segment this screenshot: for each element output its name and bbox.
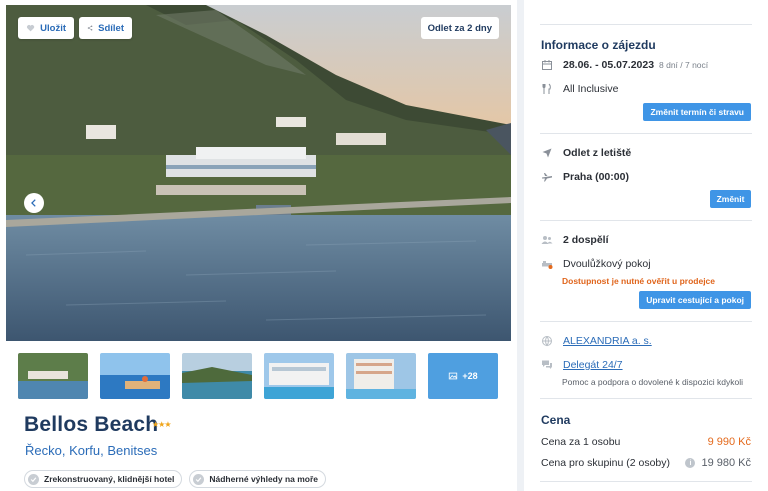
gallery-prev-button[interactable] [24,193,44,213]
departure-label: Odlet z letiště [563,147,632,159]
hotel-tag-label: Zrekonstruovaný, klidnější hotel [44,474,175,484]
gallery-thumbnails: +28 [18,353,498,399]
departure-airport: Praha (00:00) [563,171,629,183]
availability-warning: Dostupnost je nutné ověřit u prodejce [562,276,716,286]
agency-row: ALEXANDRIA a. s. [541,335,652,347]
hotel-tag: Nádherné výhledy na moře [189,470,327,488]
divider [540,24,752,25]
hotel-name: Bellos Beach [24,413,159,436]
thumbnail[interactable] [100,353,170,399]
delegate-note: Pomoc a podpora o dovolené k dispozici k… [562,377,743,387]
departure-row: Odlet z letiště [541,147,631,159]
departure-badge: Odlet za 2 dny [420,17,499,39]
board-row: All Inclusive [541,83,618,95]
room-type: Dvoulůžkový pokoj [563,258,651,270]
price-per-person-label: Cena za 1 osobu [541,436,621,448]
thumbnail[interactable] [18,353,88,399]
trip-dates: 28.06. - 05.07.2023 [563,59,655,71]
info-icon[interactable]: i [685,458,696,468]
share-button[interactable]: Sdílet [79,17,132,39]
hotel-tag: Zrekonstruovaný, klidnější hotel [24,470,183,488]
price-title: Cena [541,413,571,427]
plane-icon [541,171,553,183]
price-group-row: Cena pro skupinu (2 osoby) i 19 980 Kč [541,457,751,469]
divider [540,220,752,221]
edit-travellers-button[interactable]: Upravit cestující a pokoj [639,291,751,309]
more-photos-button[interactable]: +28 [428,353,498,399]
divider [540,133,752,134]
price-group-label: Cena pro skupinu (2 osoby) [541,457,670,469]
save-button-label: Uložit [40,22,66,34]
trip-duration: 8 dní / 7 nocí [659,60,709,70]
price-group-value: 19 980 Kč [701,457,751,469]
hero-photo[interactable]: Uložit Sdílet Odlet za 2 dny [6,5,511,341]
share-button-label: Sdílet [98,22,124,34]
price-per-person-row: Cena za 1 osobu 9 990 Kč [541,436,751,448]
heart-icon [27,25,35,32]
airport-row: Praha (00:00) [541,171,629,183]
calendar-icon [541,59,553,71]
change-term-button[interactable]: Změnit termín či stravu [643,103,751,121]
delegate-row: Delegát 24/7 [541,359,623,371]
more-photos-count: +28 [462,371,478,381]
users-icon [541,234,553,246]
share-icon [87,25,93,31]
check-icon [28,473,39,485]
board-type: All Inclusive [563,83,619,95]
divider [540,321,752,322]
trip-info-title: Informace o zájezdu [541,38,656,52]
chevron-left-icon [31,199,36,207]
chat-icon [541,359,553,371]
divider [540,398,752,399]
hotel-stars: ★★★ [152,420,171,429]
photos-icon [449,372,458,380]
booking-sidebar: Informace o zájezdu 28.06. - 05.07.2023 … [524,0,768,491]
travellers-row: 2 dospělí [541,234,609,246]
change-flight-button[interactable]: Změnit [710,190,751,208]
divider [540,481,752,482]
agency-link[interactable]: ALEXANDRIA a. s. [563,335,652,347]
hotel-location[interactable]: Řecko, Korfu, Benitses [25,443,157,458]
globe-icon [541,335,553,347]
thumbnail[interactable] [182,353,252,399]
trip-dates-row: 28.06. - 05.07.2023 8 dní / 7 nocí [541,59,708,71]
cutlery-icon [541,83,553,95]
hotel-tags: Zrekonstruovaný, klidnější hotel Nádhern… [24,470,327,488]
delegate-link[interactable]: Delegát 24/7 [563,359,623,371]
hero-image [6,5,511,341]
traveller-count: 2 dospělí [563,234,609,246]
check-icon [193,473,205,485]
price-per-person-value: 9 990 Kč [707,436,751,448]
navigation-arrow-icon [541,147,553,159]
save-button[interactable]: Uložit [18,17,74,39]
bed-icon [541,258,553,270]
hotel-detail-panel: Uložit Sdílet Odlet za 2 dny +28 Bellos … [0,0,517,491]
thumbnail[interactable] [346,353,416,399]
room-row: Dvoulůžkový pokoj [541,258,651,270]
thumbnail[interactable] [264,353,334,399]
hotel-tag-label: Nádherné výhledy na moře [209,474,319,484]
